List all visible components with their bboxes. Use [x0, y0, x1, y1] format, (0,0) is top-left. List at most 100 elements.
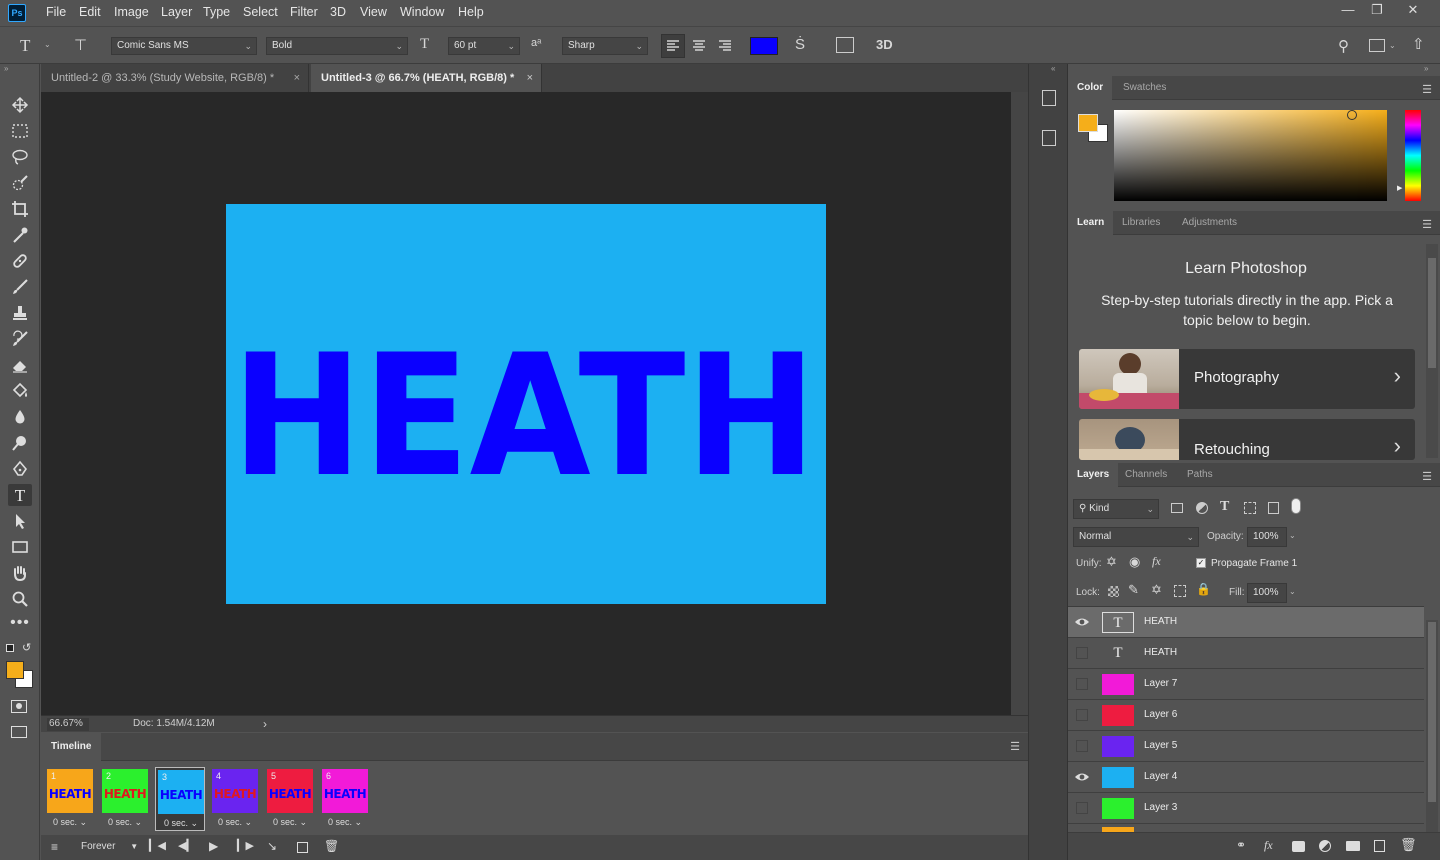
previous-frame-icon[interactable]: ◀▎ — [178, 839, 195, 852]
timeline-frame[interactable]: 6 HEATH 0 sec. ⌄ — [320, 767, 370, 831]
3d-button[interactable]: 3D — [876, 37, 893, 52]
collapse-tools-icon[interactable]: » — [4, 64, 8, 73]
collapse-dock-icon[interactable]: « — [1051, 64, 1055, 73]
hand-tool[interactable] — [8, 562, 32, 584]
visibility-toggle[interactable] — [1076, 709, 1088, 721]
unify-style-icon[interactable]: fx — [1152, 554, 1161, 569]
frame-delay-select[interactable]: 0 sec. ⌄ — [320, 817, 370, 828]
timeline-frame[interactable]: 5 HEATH 0 sec. ⌄ — [265, 767, 315, 831]
type-tool-preset-icon[interactable]: T — [20, 36, 30, 56]
tab-untitled-2[interactable]: Untitled-2 @ 33.3% (Study Website, RGB/8… — [41, 64, 309, 92]
font-style-select[interactable]: Bold ⌄ — [266, 37, 408, 55]
dodge-tool[interactable] — [8, 432, 32, 454]
properties-panel-icon[interactable] — [1042, 130, 1056, 146]
minimize-button[interactable]: — — [1337, 2, 1359, 20]
quick-mask-icon[interactable] — [11, 700, 27, 713]
timeline-frame[interactable]: 2 HEATH 0 sec. ⌄ — [100, 767, 150, 831]
eraser-tool[interactable] — [8, 354, 32, 376]
hue-slider[interactable] — [1405, 110, 1421, 201]
layer-row[interactable]: Layer 3 — [1068, 793, 1424, 824]
lock-all-icon[interactable]: 🔒 — [1196, 582, 1211, 596]
opacity-chevron-icon[interactable]: ⌄ — [1289, 531, 1296, 540]
search-icon[interactable]: ⚲ — [1338, 37, 1349, 55]
frame-delay-select[interactable]: 0 sec. ⌄ — [156, 818, 206, 829]
learn-card-photography[interactable]: Photography › — [1079, 349, 1415, 409]
canvas-vertical-scrollbar[interactable] — [1011, 92, 1028, 715]
visibility-toggle[interactable] — [1076, 678, 1088, 690]
zoom-level[interactable]: 66.67% — [47, 718, 89, 731]
blur-tool[interactable] — [8, 406, 32, 428]
default-colors-icon[interactable] — [6, 644, 14, 652]
hue-slider-handle[interactable]: ▶ — [1397, 184, 1402, 192]
panel-menu-icon[interactable]: ☰ — [1422, 470, 1432, 483]
visibility-toggle[interactable] — [1076, 647, 1088, 659]
swap-colors-icon[interactable]: ↺ — [22, 641, 31, 654]
menu-image[interactable]: Image — [114, 5, 149, 19]
timeline-tab[interactable]: Timeline — [41, 733, 102, 761]
visibility-toggle[interactable] — [1076, 802, 1088, 814]
tab-paths[interactable]: Paths — [1178, 463, 1222, 487]
screen-mode-icon[interactable] — [11, 726, 27, 738]
clone-stamp-tool[interactable] — [8, 302, 32, 324]
close-tab-icon[interactable]: × — [294, 64, 300, 92]
healing-brush-tool[interactable] — [8, 250, 32, 272]
chevron-down-icon[interactable]: ⌄ — [1389, 41, 1396, 50]
menu-window[interactable]: Window — [400, 5, 444, 19]
timeline-menu-icon[interactable]: ☰ — [1010, 740, 1020, 753]
layer-row[interactable]: T HEATH — [1068, 607, 1424, 638]
menu-3d[interactable]: 3D — [330, 5, 346, 19]
align-left-button[interactable] — [661, 34, 685, 58]
layer-row[interactable]: Layer 7 — [1068, 669, 1424, 700]
foreground-color-swatch[interactable] — [6, 661, 24, 679]
chevron-right-icon[interactable]: › — [263, 717, 267, 731]
next-frame-icon[interactable]: ▎▶ — [237, 839, 254, 852]
history-brush-tool[interactable] — [8, 328, 32, 350]
rectangle-tool[interactable] — [8, 536, 32, 558]
lock-pixels-icon[interactable]: ✎ — [1128, 582, 1139, 598]
delete-frame-icon[interactable]: 🗑 — [324, 839, 339, 853]
menu-help[interactable]: Help — [458, 5, 484, 19]
layer-row[interactable]: T HEATH — [1068, 638, 1424, 669]
panel-menu-icon[interactable]: ☰ — [1422, 218, 1432, 231]
tween-icon[interactable]: ↘ — [267, 839, 277, 853]
document-canvas[interactable]: HEATH — [226, 204, 826, 604]
zoom-tool[interactable] — [8, 588, 32, 610]
workspace-icon[interactable] — [1369, 39, 1385, 52]
collapse-panels-icon[interactable]: » — [1424, 64, 1428, 73]
type-tool[interactable]: T — [8, 484, 32, 506]
text-color-swatch[interactable] — [750, 37, 778, 55]
propagate-checkbox[interactable]: ✓ — [1196, 558, 1206, 568]
color-panel-foreground-swatch[interactable] — [1078, 114, 1098, 132]
quick-selection-tool[interactable] — [8, 172, 32, 194]
align-right-button[interactable] — [714, 35, 736, 57]
layer-row[interactable]: Layer 6 — [1068, 700, 1424, 731]
align-center-button[interactable] — [688, 35, 710, 57]
antialias-select[interactable]: Sharp ⌄ — [562, 37, 648, 55]
visibility-toggle[interactable] — [1076, 740, 1088, 752]
timeline-frame[interactable]: 3 HEATH 0 sec. ⌄ — [155, 767, 205, 831]
adjustment-layer-icon[interactable] — [1319, 840, 1331, 852]
eyedropper-tool[interactable] — [8, 224, 32, 246]
toggle-text-orientation-icon[interactable]: ⊤ — [74, 36, 87, 54]
warp-text-icon[interactable]: Ṡ — [795, 36, 805, 53]
filter-adjustment-icon[interactable] — [1196, 502, 1208, 514]
tab-color[interactable]: Color — [1068, 76, 1113, 100]
color-picker-handle[interactable] — [1347, 110, 1357, 120]
first-frame-icon[interactable]: ▎◀ — [149, 839, 166, 852]
menu-file[interactable]: File — [46, 5, 66, 19]
fill-chevron-icon[interactable]: ⌄ — [1289, 587, 1296, 596]
unify-visibility-icon[interactable]: ◉ — [1129, 554, 1140, 570]
filter-smart-object-icon[interactable] — [1268, 502, 1279, 514]
filter-shape-icon[interactable] — [1244, 502, 1256, 514]
close-window-button[interactable]: ✕ — [1402, 2, 1424, 20]
layer-row[interactable]: Layer 5 — [1068, 731, 1424, 762]
frame-delay-select[interactable]: 0 sec. ⌄ — [45, 817, 95, 828]
share-icon[interactable]: ⇧ — [1412, 35, 1425, 53]
layer-row[interactable]: Layer 4 — [1068, 762, 1424, 793]
crop-tool[interactable] — [8, 198, 32, 220]
more-tools-icon[interactable]: ••• — [8, 614, 32, 636]
path-selection-tool[interactable] — [8, 510, 32, 532]
lock-artboard-icon[interactable] — [1174, 585, 1186, 597]
paint-bucket-tool[interactable] — [8, 380, 32, 402]
menu-edit[interactable]: Edit — [79, 5, 101, 19]
